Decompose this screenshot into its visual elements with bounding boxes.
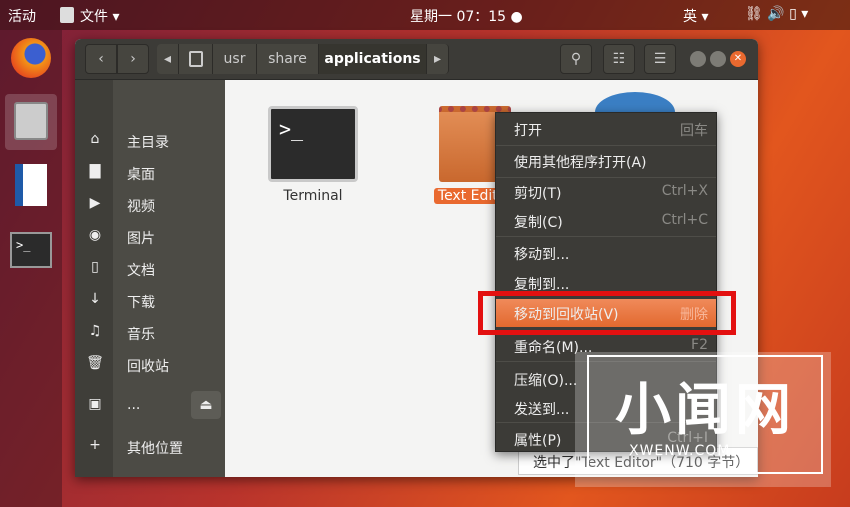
close-button[interactable]: ✕ <box>730 51 746 67</box>
root-crumb[interactable] <box>179 44 213 74</box>
menu-button[interactable]: ☰ <box>644 44 676 74</box>
folder-icon: ▇ <box>89 163 101 179</box>
drive-icon <box>188 51 203 67</box>
path-scroll-left[interactable]: ◂ <box>157 44 179 74</box>
sidebar-item-label: 图片 <box>127 231 155 247</box>
highlight-annotation <box>478 291 736 335</box>
camera-icon: ◉ <box>88 227 102 243</box>
sidebar-item-label: 桌面 <box>127 167 155 183</box>
forward-button[interactable]: › <box>117 44 149 74</box>
crumb-usr[interactable]: usr <box>213 44 257 74</box>
top-bar: 活动 文件 ▾ 星期一 07：15 ● 英 ▾ ⛓ 🔊 ▯ ▾ <box>0 0 850 30</box>
minimize-button[interactable] <box>690 51 706 67</box>
sidebar-item-drive[interactable]: ▣... ⏏ <box>75 391 225 421</box>
file-item-terminal[interactable]: >_ Terminal <box>267 106 359 204</box>
document-icon: ▯ <box>91 259 99 275</box>
dock: >_ <box>0 30 62 507</box>
sidebar-item-home[interactable]: ⌂ 主目录 <box>75 126 225 156</box>
sidebar-item-label: 下载 <box>127 295 155 311</box>
sidebar-item-downloads[interactable]: ↓ 下载 <box>75 286 225 316</box>
trash-icon: 🗑 <box>86 355 104 371</box>
app-menu[interactable]: 文件 ▾ <box>80 6 119 26</box>
terminal-icon[interactable]: >_ <box>5 226 57 282</box>
sidebar-item-label: 音乐 <box>127 327 155 343</box>
list-view-icon: ☷ <box>612 51 626 67</box>
files-icon[interactable] <box>5 94 57 150</box>
search-button[interactable]: ⚲ <box>560 44 592 74</box>
sidebar-item-label: 其他位置 <box>127 441 183 457</box>
sidebar-item-desktop[interactable]: ▇ 桌面 <box>75 158 225 188</box>
hamburger-icon: ☰ <box>653 51 667 67</box>
path-scroll-right[interactable]: ▸ <box>427 44 449 74</box>
sidebar: ⌂ 主目录 ▇ 桌面 ▶ 视频 ◉ 图片 ▯ 文档 ↓ 下载 ♫ 音乐 🗑 回收站 ▣... ⏏… <box>75 80 225 477</box>
home-icon: ⌂ <box>90 131 100 147</box>
sidebar-item-trash[interactable]: 🗑 回收站 <box>75 350 225 380</box>
eject-button[interactable]: ⏏ <box>191 391 221 419</box>
menu-item-copy[interactable]: 复制(C) Ctrl+C <box>496 207 716 235</box>
back-button[interactable]: ‹ <box>85 44 117 74</box>
terminal-app-icon: >_ <box>268 106 358 182</box>
sidebar-item-other-locations[interactable]: + 其他位置 <box>75 432 225 462</box>
watermark-logo: 小闻网 XWENW.COM <box>587 355 823 474</box>
sidebar-item-label: ... <box>127 397 141 413</box>
sidebar-item-music[interactable]: ♫ 音乐 <box>75 318 225 348</box>
music-icon: ♫ <box>88 323 102 339</box>
sidebar-item-pictures[interactable]: ◉ 图片 <box>75 222 225 252</box>
menu-item-open-with[interactable]: 使用其他程序打开(A) <box>496 147 716 175</box>
sidebar-item-label: 主目录 <box>127 135 169 151</box>
header-bar: ‹ › ◂ usr share applications ▸ ⚲ ☷ ☰ ✕ <box>75 39 758 80</box>
sidebar-item-documents[interactable]: ▯ 文档 <box>75 254 225 284</box>
file-name: Terminal <box>283 188 343 204</box>
plus-icon: + <box>89 437 101 453</box>
crumb-share[interactable]: share <box>257 44 319 74</box>
drive-icon: ▣ <box>88 396 102 412</box>
view-toggle-button[interactable]: ☷ <box>603 44 635 74</box>
system-status-menu[interactable]: ⛓ 🔊 ▯ ▾ <box>745 6 808 22</box>
crumb-applications[interactable]: applications <box>319 44 427 74</box>
activities-button[interactable]: 活动 <box>8 6 36 26</box>
sidebar-item-videos[interactable]: ▶ 视频 <box>75 190 225 220</box>
download-icon: ↓ <box>89 291 101 307</box>
input-method-menu[interactable]: 英 ▾ <box>683 6 708 26</box>
sidebar-item-label: 视频 <box>127 199 155 215</box>
menu-item-cut[interactable]: 剪切(T) Ctrl+X <box>496 178 716 206</box>
menu-item-open[interactable]: 打开 回车 <box>496 115 716 143</box>
sidebar-item-label: 文档 <box>127 263 155 279</box>
clock[interactable]: 星期一 07：15 ● <box>410 6 523 26</box>
maximize-button[interactable] <box>710 51 726 67</box>
sidebar-item-label: 回收站 <box>127 359 169 375</box>
search-icon: ⚲ <box>570 51 582 67</box>
writer-icon[interactable] <box>5 158 57 214</box>
menu-item-move-to[interactable]: 移动到... <box>496 239 716 267</box>
firefox-icon[interactable] <box>5 32 57 88</box>
files-app-icon <box>60 7 74 23</box>
video-icon: ▶ <box>89 195 101 211</box>
